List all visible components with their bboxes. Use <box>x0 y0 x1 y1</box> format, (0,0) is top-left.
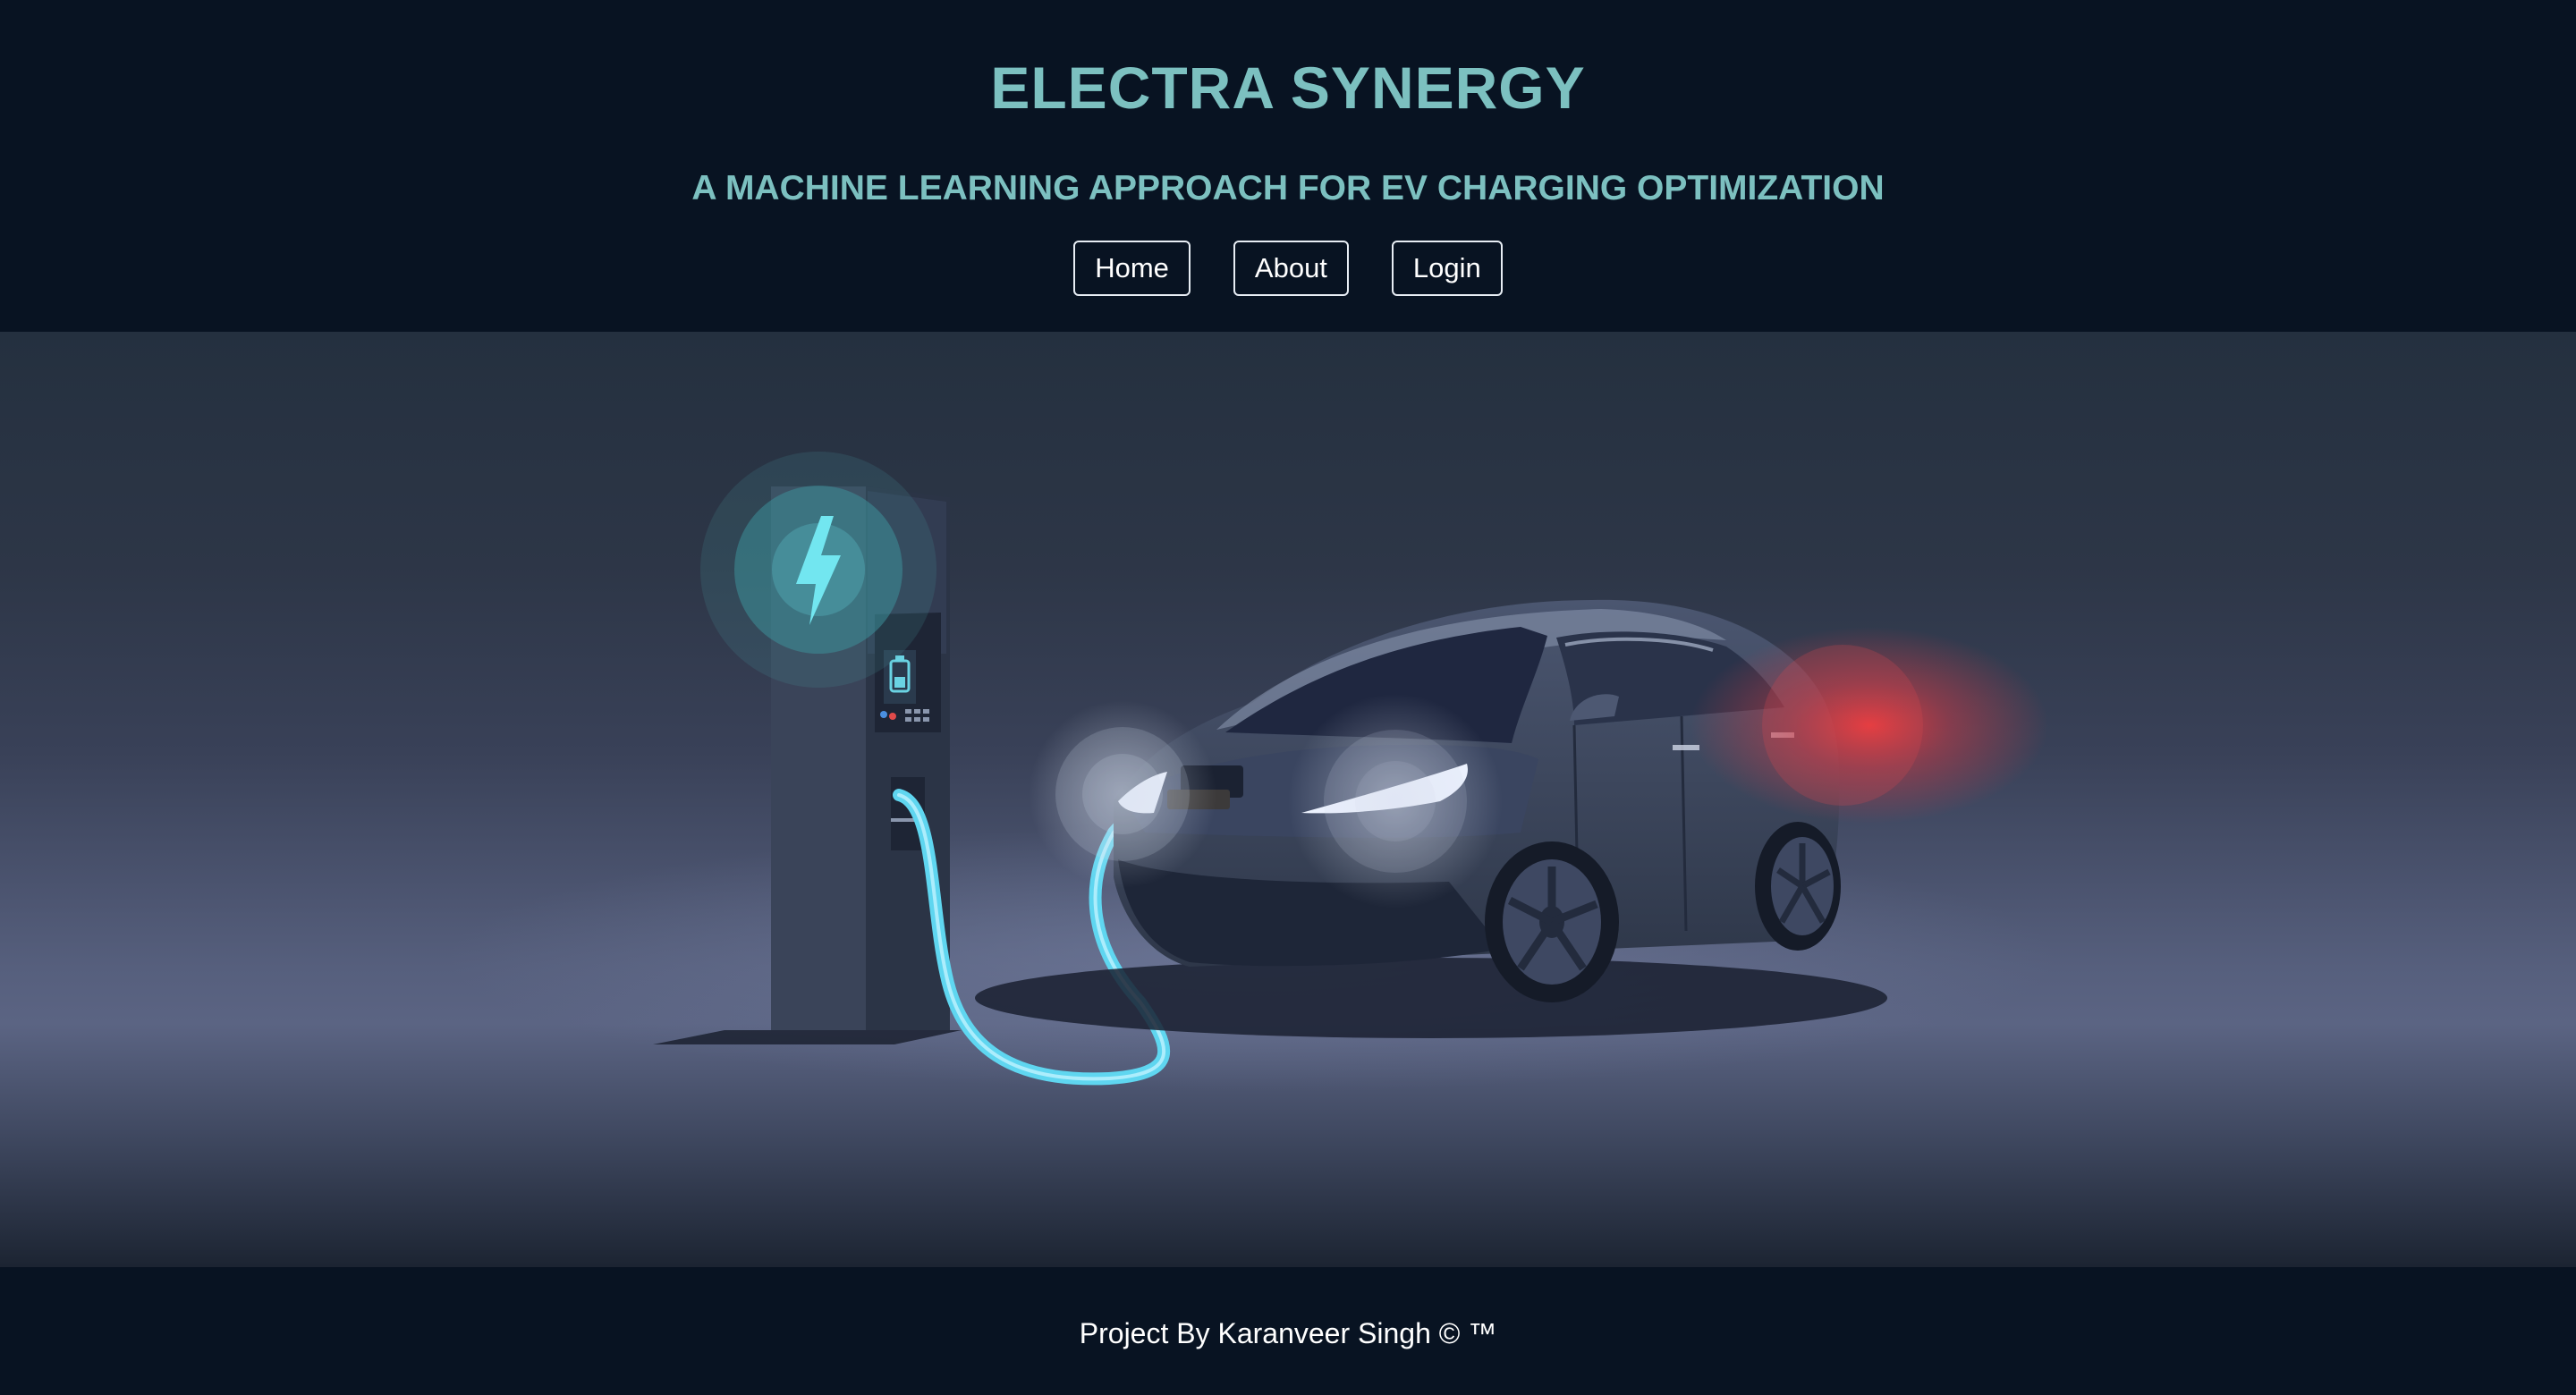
ev-charging-illustration <box>447 452 2057 1092</box>
site-title: ELECTRA SYNERGY <box>990 55 1586 121</box>
site-header: ELECTRA SYNERGY A MACHINE LEARNING APPRO… <box>0 0 2576 332</box>
footer-credit: Project By Karanveer Singh © ™ <box>1079 1317 1497 1349</box>
hero-banner <box>0 332 2576 1267</box>
nav-login-button[interactable]: Login <box>1391 241 1503 296</box>
site-subtitle: A MACHINE LEARNING APPROACH FOR EV CHARG… <box>691 169 1885 207</box>
site-footer: Project By Karanveer Singh © ™ <box>0 1267 2576 1395</box>
nav-about-button[interactable]: About <box>1233 241 1349 296</box>
nav-home-button[interactable]: Home <box>1073 241 1191 296</box>
main-nav: Home About Login <box>0 241 2576 296</box>
